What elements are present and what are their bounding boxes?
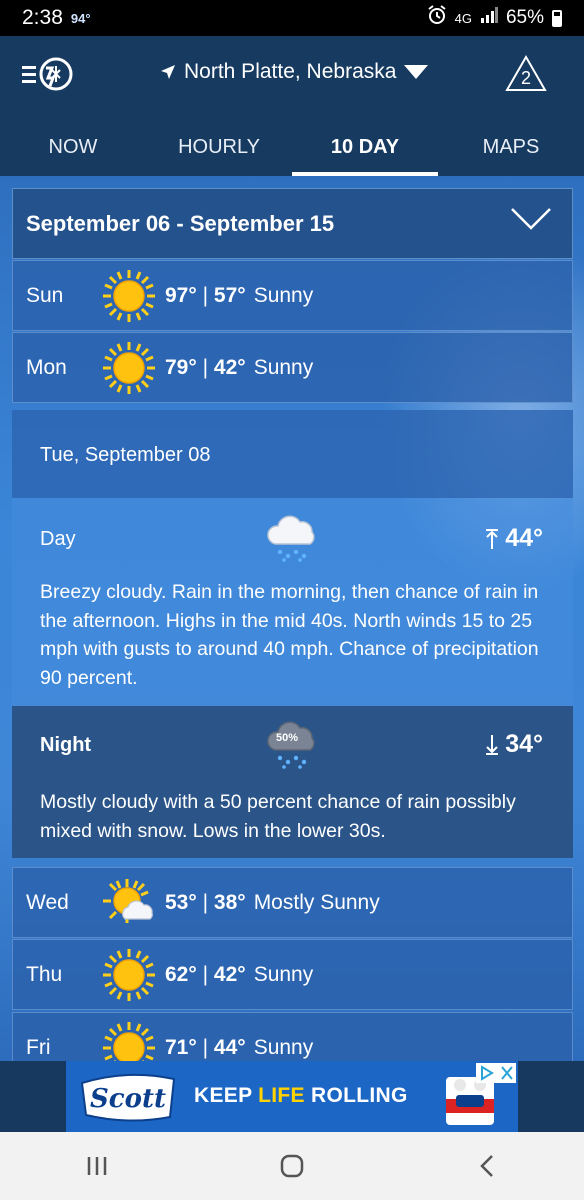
menu-button[interactable] (22, 56, 76, 92)
day-name: Wed (26, 890, 69, 914)
low-temperature: 34° (485, 730, 543, 759)
day-row-wed[interactable]: Wed 53° | 38° Mostly Sunny (12, 867, 573, 938)
menu-logo-icon (22, 57, 73, 91)
home-button[interactable] (252, 1146, 332, 1186)
ad-choices-icon (481, 1065, 513, 1081)
sun-icon (95, 947, 163, 1003)
alerts-button[interactable]: 2 (504, 54, 548, 94)
arrow-down-icon (486, 734, 499, 755)
sun-icon (95, 1020, 163, 1061)
temperature-range: 71° | 44° (165, 1035, 246, 1059)
status-temperature: 94° (70, 10, 91, 26)
temperature-range: 79° | 42° (165, 355, 246, 379)
day-name: Thu (26, 962, 63, 986)
battery-icon (552, 9, 562, 27)
day-period: Day 44° Breezy cloudy. Rain in the morni… (12, 498, 573, 706)
chevron-down-icon (511, 208, 551, 230)
tab-bar: NOW HOURLY 10 DAY MAPS (0, 128, 584, 176)
battery-percent: 65% (505, 7, 544, 28)
location-arrow-icon (161, 65, 175, 79)
ad-controls[interactable] (476, 1063, 516, 1083)
ad-banner[interactable]: Scott KEEP LIFE ROLLING (66, 1061, 518, 1132)
day-forecast-text: Breezy cloudy. Rain in the morning, then… (40, 581, 539, 689)
day-row-thu[interactable]: Thu 62° | 42° Sunny (12, 939, 573, 1010)
network-type: 4G (454, 10, 472, 26)
tab-hourly[interactable]: HOURLY (146, 128, 292, 176)
recent-apps-icon (88, 1157, 107, 1175)
tab-10-day[interactable]: 10 DAY (292, 128, 438, 176)
home-icon (280, 1154, 304, 1178)
day-name: Mon (26, 355, 67, 379)
condition-text: Sunny (253, 283, 314, 307)
mostly-sunny-icon (95, 875, 163, 931)
alarm-icon (427, 5, 447, 31)
status-time: 2:38 (22, 6, 63, 29)
date-range-title: September 06 - September 15 (26, 210, 335, 236)
night-label: Night (40, 734, 92, 756)
rain-cloud-icon (264, 514, 320, 567)
sun-icon (95, 340, 163, 396)
app-header: North Platte, Nebraska 2 NOW HOURLY 10 D… (0, 36, 584, 176)
ad-slogan: KEEP LIFE ROLLING (194, 1084, 408, 1107)
day-row-sun[interactable]: Sun 97° | 57° Sunny (12, 260, 573, 331)
forecast-list[interactable]: September 06 - September 15 Sun 97° | 57… (0, 176, 584, 1061)
day-name: Sun (26, 283, 64, 307)
sun-icon (95, 268, 163, 324)
status-icons: 4G 65% (427, 5, 562, 31)
location-selector[interactable]: North Platte, Nebraska (160, 58, 429, 86)
tab-now[interactable]: NOW (0, 128, 146, 176)
temperature-range: 62° | 42° (165, 962, 246, 986)
dropdown-caret-icon (404, 65, 429, 79)
recent-apps-button[interactable] (57, 1146, 137, 1186)
scott-logo: Scott (78, 1069, 178, 1130)
temperature-range: 53° | 38° (165, 890, 246, 914)
signal-icon (480, 7, 498, 29)
night-rain-cloud-icon: 50% (264, 720, 320, 775)
location-name: North Platte, Nebraska (184, 60, 397, 83)
day-label: Day (40, 528, 76, 550)
status-bar: 2:38 94° 4G 65% (0, 0, 584, 36)
back-button[interactable] (447, 1146, 527, 1186)
ad-bar: Scott KEEP LIFE ROLLING (0, 1061, 584, 1132)
day-row-fri[interactable]: Fri 71° | 44° Sunny (12, 1012, 573, 1061)
high-temperature: 44° (485, 524, 543, 553)
condition-text: Sunny (253, 1035, 314, 1059)
back-icon (479, 1155, 493, 1177)
expanded-day-detail[interactable]: Tue, September 08 Day 44° Breezy cloudy.… (12, 410, 573, 858)
system-navigation-bar (0, 1132, 584, 1200)
condition-text: Sunny (253, 962, 314, 986)
condition-text: Mostly Sunny (253, 890, 380, 914)
day-name: Fri (26, 1035, 51, 1059)
brand-wordmark: Scott (90, 1084, 166, 1114)
day-row-mon[interactable]: Mon 79° | 42° Sunny (12, 332, 573, 403)
arrow-up-icon (486, 528, 499, 549)
precip-badge: 50% (276, 732, 299, 744)
alert-count: 2 (520, 68, 531, 88)
date-range-header[interactable]: September 06 - September 15 (12, 188, 573, 259)
night-forecast-text: Mostly cloudy with a 50 percent chance o… (40, 791, 516, 842)
temperature-range: 97° | 57° (165, 283, 246, 307)
condition-text: Sunny (253, 355, 314, 379)
tab-maps[interactable]: MAPS (438, 128, 584, 176)
detail-date: Tue, September 08 (12, 410, 573, 498)
night-period: Night 50% 34° Mostly cloudy with a 50 pe… (12, 706, 573, 858)
